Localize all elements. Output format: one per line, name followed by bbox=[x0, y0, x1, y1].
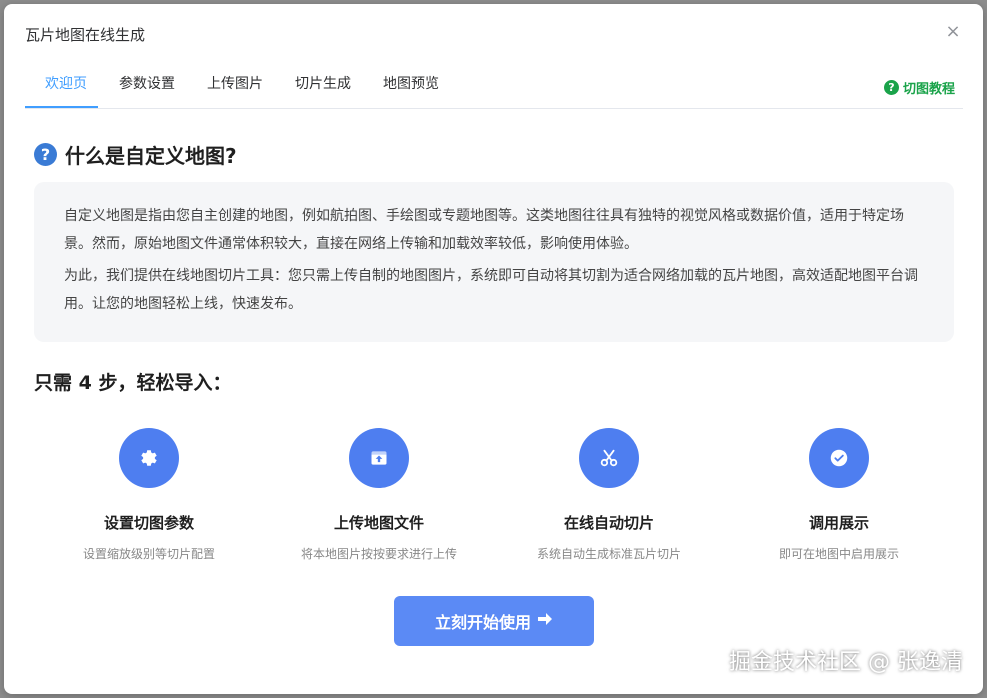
step-item: 设置切图参数 设置缩放级别等切片配置 bbox=[34, 426, 264, 562]
active-tab-indicator bbox=[25, 106, 98, 108]
intro-paragraph-2: 为此，我们提供在线地图切片工具：您只需上传自制的地图图片，系统即可自动将其切割为… bbox=[64, 268, 918, 312]
step-item: 上传地图文件 将本地图片按按要求进行上传 bbox=[264, 426, 494, 562]
start-button-label: 立刻开始使用 bbox=[434, 615, 531, 632]
watermark: 掘金技术社区 @ 张逸清 bbox=[729, 650, 963, 675]
tab-parameters[interactable]: 参数设置 bbox=[103, 64, 191, 108]
tutorial-label: 切图教程 bbox=[902, 82, 955, 97]
step-title: 设置切图参数 bbox=[103, 514, 194, 532]
step-desc: 即可在地图中启用展示 bbox=[778, 547, 899, 561]
tab-welcome[interactable]: 欢迎页 bbox=[29, 64, 103, 108]
start-button[interactable]: 立刻开始使用 bbox=[394, 596, 594, 646]
dialog: 瓦片地图在线生成 × 欢迎页 参数设置 上传图片 切片生成 地图预览 ? 切图教… bbox=[4, 4, 983, 694]
arrow-right-icon bbox=[537, 612, 553, 631]
upload-icon bbox=[349, 428, 409, 488]
intro-paragraph-1: 自定义地图是指由您自主创建的地图，例如航拍图、手绘图或专题地图等。这类地图往往具… bbox=[64, 208, 904, 252]
intro-box: 自定义地图是指由您自主创建的地图，例如航拍图、手绘图或专题地图等。这类地图往往具… bbox=[34, 182, 954, 342]
close-icon[interactable]: × bbox=[943, 22, 963, 42]
question-circle-icon: ? bbox=[883, 80, 899, 95]
dialog-title: 瓦片地图在线生成 bbox=[25, 26, 146, 44]
scissors-icon bbox=[579, 428, 639, 488]
steps-list: 设置切图参数 设置缩放级别等切片配置 上传地图文件 将本地图片按按要求进行上传 … bbox=[34, 426, 954, 576]
steps-title: 只需 4 步，轻松导入： bbox=[34, 372, 232, 394]
step-title: 在线自动切片 bbox=[563, 514, 654, 532]
tab-preview[interactable]: 地图预览 bbox=[367, 64, 455, 108]
intro-heading: ? 什么是自定义地图? bbox=[34, 140, 237, 169]
dialog-header: 瓦片地图在线生成 × bbox=[4, 4, 983, 62]
step-desc: 设置缩放级别等切片配置 bbox=[82, 547, 215, 561]
step-title: 上传地图文件 bbox=[333, 514, 424, 532]
tab-slice[interactable]: 切片生成 bbox=[279, 64, 367, 108]
check-circle-icon bbox=[809, 428, 869, 488]
question-circle-icon: ? bbox=[34, 143, 57, 166]
step-title: 调用展示 bbox=[808, 514, 869, 532]
intro-heading-text: 什么是自定义地图? bbox=[65, 144, 237, 168]
step-desc: 将本地图片按按要求进行上传 bbox=[300, 547, 457, 561]
tab-upload[interactable]: 上传图片 bbox=[191, 64, 279, 108]
step-desc: 系统自动生成标准瓦片切片 bbox=[536, 547, 681, 561]
step-item: 调用展示 即可在地图中启用展示 bbox=[724, 426, 954, 562]
tab-bar: 欢迎页 参数设置 上传图片 切片生成 地图预览 ? 切图教程 bbox=[25, 64, 963, 109]
gear-icon bbox=[119, 428, 179, 488]
tutorial-link[interactable]: ? 切图教程 bbox=[883, 78, 955, 97]
step-item: 在线自动切片 系统自动生成标准瓦片切片 bbox=[494, 426, 724, 562]
